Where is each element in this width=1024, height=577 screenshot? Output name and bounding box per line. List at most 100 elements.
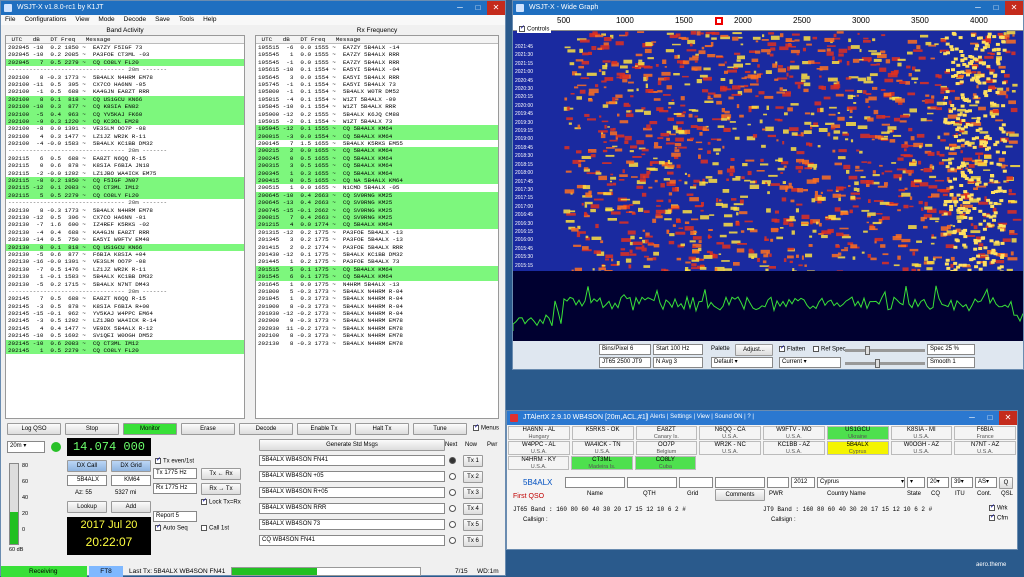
band-select[interactable]: 20m ▾ xyxy=(7,441,45,453)
list-item[interactable]: 200815 7 0.4 2663 ~ CQ SV9RNG KM25 xyxy=(256,214,498,221)
waterfall[interactable]: 2021:452021:302021:152021:002020:452020:… xyxy=(513,31,1023,271)
controls-checkbox[interactable]: Controls xyxy=(517,26,551,33)
adjust-button[interactable]: Adjust... xyxy=(735,344,773,356)
tx-from-rx-button[interactable]: Tx ← Rx xyxy=(201,468,241,480)
list-item[interactable]: 202145 -15 -0.1 962 ~ YV5KAJ W4PPC EM64 xyxy=(6,310,244,317)
tx3-message[interactable]: 5B4ALX WB4SON R+05 xyxy=(259,487,445,498)
alert-callsign-cell[interactable]: EA8ZTCanary Is. xyxy=(636,426,698,440)
tx4-message[interactable]: 5B4ALX WB4SON RRR xyxy=(259,503,445,514)
tx2-message[interactable]: 5B4ALX WB4SON +05 xyxy=(259,471,445,482)
monitor-button[interactable]: Monitor xyxy=(123,423,177,435)
menu-view[interactable]: View xyxy=(75,15,89,25)
tx4-next-radio[interactable] xyxy=(449,505,456,512)
worked-checkbox[interactable]: Wrk xyxy=(989,505,1008,512)
list-item[interactable]: 202130 -7 0.5 1476 ~ LZ1JZ WR2K R-11 xyxy=(6,266,244,273)
generate-std-msgs-button[interactable]: Generate Std Msgs xyxy=(259,439,445,451)
list-item[interactable]: 202130 -5 0.2 1715 ~ 5B4ALX N7NT DM43 xyxy=(6,281,244,288)
jtalert-menu[interactable]: | Alerts | Settings | View | Sound ON | … xyxy=(647,414,754,420)
minimize-icon[interactable]: ─ xyxy=(969,1,987,15)
list-item[interactable]: 202100 -11 0.5 395 ~ CX7CO HA6NN -05 xyxy=(6,81,244,88)
bins-per-pixel-spinbox[interactable]: Bins/Pixel 6 xyxy=(599,344,651,355)
list-item[interactable]: 202100 8 -0.3 1773 ~ 5B4ALX N4HRM EM78 xyxy=(6,74,244,81)
maximize-icon[interactable]: □ xyxy=(981,411,999,425)
tx-even-checkbox[interactable]: Tx even/1st xyxy=(155,458,194,465)
menu-configurations[interactable]: Configurations xyxy=(24,15,66,25)
continent-select[interactable]: AS▾ xyxy=(975,477,997,488)
tx1-now-button[interactable]: Tx 1 xyxy=(463,455,483,467)
grid-input[interactable] xyxy=(679,477,713,488)
alert-callsign-cell[interactable]: W9FTV - MOU.S.A. xyxy=(763,426,825,440)
tx6-now-button[interactable]: Tx 6 xyxy=(463,535,483,547)
alert-callsign-cell[interactable]: WR2K - NCU.S.A. xyxy=(699,441,761,455)
alert-callsign-cell[interactable]: HA6NN - ALHungary xyxy=(508,426,570,440)
palette-select[interactable]: Default ▾ xyxy=(711,357,773,368)
alert-callsign-cell[interactable]: K8SIA - MIU.S.A. xyxy=(891,426,953,440)
jt65-jt9-spinbox[interactable]: JT65 2500 JT9 xyxy=(599,357,651,368)
band-separator[interactable]: --------------------------------- 20m --… xyxy=(6,199,244,206)
list-item[interactable]: 195645 3 0.0 1554 ~ EA5YI 5B4ALX RRR xyxy=(256,74,498,81)
rx-from-tx-button[interactable]: Rx → Tx xyxy=(201,483,241,495)
list-item[interactable]: 202130 8 0.1 818 ~ CQ US1GCU KN66 xyxy=(6,244,244,251)
band-separator[interactable]: --------------------------------- 20m --… xyxy=(6,288,244,295)
list-item[interactable]: 201545 6 0.1 1775 ~ CQ 5B4ALX KM64 xyxy=(256,273,498,280)
list-item[interactable]: 201930 -12 -0.2 1773 ~ 5B4ALX N4HRM R-04 xyxy=(256,310,498,317)
list-item[interactable]: 202130 1 -0.1 1583 ~ 5B4ALX KC1BB DM32 xyxy=(6,273,244,280)
menu-help[interactable]: Help xyxy=(203,15,216,25)
list-item[interactable]: 202115 6 0.5 688 ~ EA8ZT N6QQ R-15 xyxy=(6,155,244,162)
menus-checkbox[interactable]: Menus xyxy=(473,425,499,432)
tx5-now-button[interactable]: Tx 5 xyxy=(463,519,483,531)
list-item[interactable]: 202000 9 -0.3 1773 ~ 5B4ALX N4HRM EM78 xyxy=(256,317,498,324)
lock-tx-rx-checkbox[interactable]: Lock Tx=Rx xyxy=(201,499,241,506)
maximize-icon[interactable]: □ xyxy=(469,1,487,15)
auto-seq-checkbox[interactable]: Auto Seq xyxy=(155,525,188,532)
tx5-message[interactable]: 5B4ALX WB4SON 73 xyxy=(259,519,445,530)
minimize-icon[interactable]: ─ xyxy=(963,411,981,425)
spectrum-select[interactable]: Current ▾ xyxy=(779,357,841,368)
list-item[interactable]: 202100 8 -0.3 1773 ~ 5B4ALX N4HRM EM78 xyxy=(256,332,498,339)
list-item[interactable]: 202100 -5 0.4 963 ~ CQ YV5KAJ FK60 xyxy=(6,111,244,118)
list-item[interactable]: 201845 1 0.3 1773 ~ 5B4ALX N4HRM R-04 xyxy=(256,295,498,302)
list-item[interactable]: 195545 -1 0.0 1555 ~ EA7ZY 5B4ALX RRR xyxy=(256,59,498,66)
list-item[interactable]: 200645 -13 0.4 2663 ~ CQ SV9RNG KM25 xyxy=(256,199,498,206)
add-button[interactable]: Add xyxy=(111,501,151,513)
qth-input[interactable] xyxy=(627,477,677,488)
tx2-next-radio[interactable] xyxy=(449,473,456,480)
list-item[interactable]: 202145 -3 0.5 878 ~ K8SIA F6BIA R+00 xyxy=(6,303,244,310)
list-item[interactable]: 202145 -10 0.6 2083 ~ CQ CT3ML IM12 xyxy=(6,340,244,347)
call-1st-checkbox[interactable]: Call 1st xyxy=(201,525,229,532)
list-item[interactable]: 202030 11 -0.2 1773 ~ 5B4ALX N4HRM EM78 xyxy=(256,325,498,332)
tx1-next-radio[interactable] xyxy=(449,457,456,464)
state-select[interactable]: ▾ xyxy=(907,477,925,488)
list-item[interactable]: 201415 2 0.2 1774 ~ PA3FOE 5B4ALX RRR xyxy=(256,244,498,251)
alert-callsign-cell[interactable]: W4PPC - ALU.S.A. xyxy=(508,441,570,455)
qrz-lookup-icon[interactable]: Q xyxy=(999,477,1013,489)
country-select[interactable]: Cyprus▾ xyxy=(817,477,905,488)
menu-decode[interactable]: Decode xyxy=(124,15,146,25)
list-item[interactable]: 200745 -15 -0.1 2662 ~ CQ SV9RNG KM25 xyxy=(256,207,498,214)
list-item[interactable]: 195945 -12 0.1 1555 ~ CQ 5B4ALX KM64 xyxy=(256,125,498,132)
alert-callsign-cell[interactable]: 5B4ALXCyprus xyxy=(827,441,889,455)
dx-grid-input[interactable]: KM64 xyxy=(111,475,151,486)
list-item[interactable]: 202130 -14 0.5 750 ~ EA5YI W9FTV EM48 xyxy=(6,236,244,243)
menu-file[interactable]: File xyxy=(5,15,15,25)
list-item[interactable]: 200515 1 0.0 1655 ~ N1CMD 5B4ALX -05 xyxy=(256,184,498,191)
cq-zone-select[interactable]: 20▾ xyxy=(927,477,949,488)
list-item[interactable]: 202115 -12 0.1 2083 ~ CQ CT3ML IM12 xyxy=(6,184,244,191)
list-item[interactable]: 202100 4 0.3 1477 ~ LZ1JZ WR2K R-11 xyxy=(6,133,244,140)
ref-spec-checkbox[interactable]: Ref Spec xyxy=(813,346,846,353)
maximize-icon[interactable]: □ xyxy=(987,1,1005,15)
list-item[interactable]: 201345 3 0.2 1775 ~ PA3FOE 5B4ALX -13 xyxy=(256,236,498,243)
list-item[interactable]: 201315 -12 0.2 1775 ~ PA3FOE 5B4ALX -13 xyxy=(256,229,498,236)
band-separator[interactable]: --------------------------------- 20m --… xyxy=(6,147,244,154)
list-item[interactable]: 202115 -8 0.2 1850 ~ CQ F5IGF JN07 xyxy=(6,177,244,184)
log-qso-button[interactable]: Log QSO xyxy=(7,423,61,435)
list-item[interactable]: 201515 5 0.1 1775 ~ CQ 5B4ALX KM64 xyxy=(256,266,498,273)
tx-freq-spinbox[interactable]: Tx 1775 Hz xyxy=(153,468,197,479)
band-activity-list[interactable]: UTC dB DT Freq Message 202045 -10 0.2 18… xyxy=(5,35,245,419)
menu-save[interactable]: Save xyxy=(155,15,170,25)
alert-callsign-cell[interactable]: US1GCUUkraine xyxy=(827,426,889,440)
flatten-checkbox[interactable]: Flatten xyxy=(779,346,805,353)
dx-call-input[interactable]: 5B4ALX xyxy=(67,475,107,486)
list-item[interactable]: 202100 -9 0.3 1220 ~ CQ KC3OL EM28 xyxy=(6,118,244,125)
alert-callsign-cell[interactable]: F6BIAFrance xyxy=(954,426,1016,440)
